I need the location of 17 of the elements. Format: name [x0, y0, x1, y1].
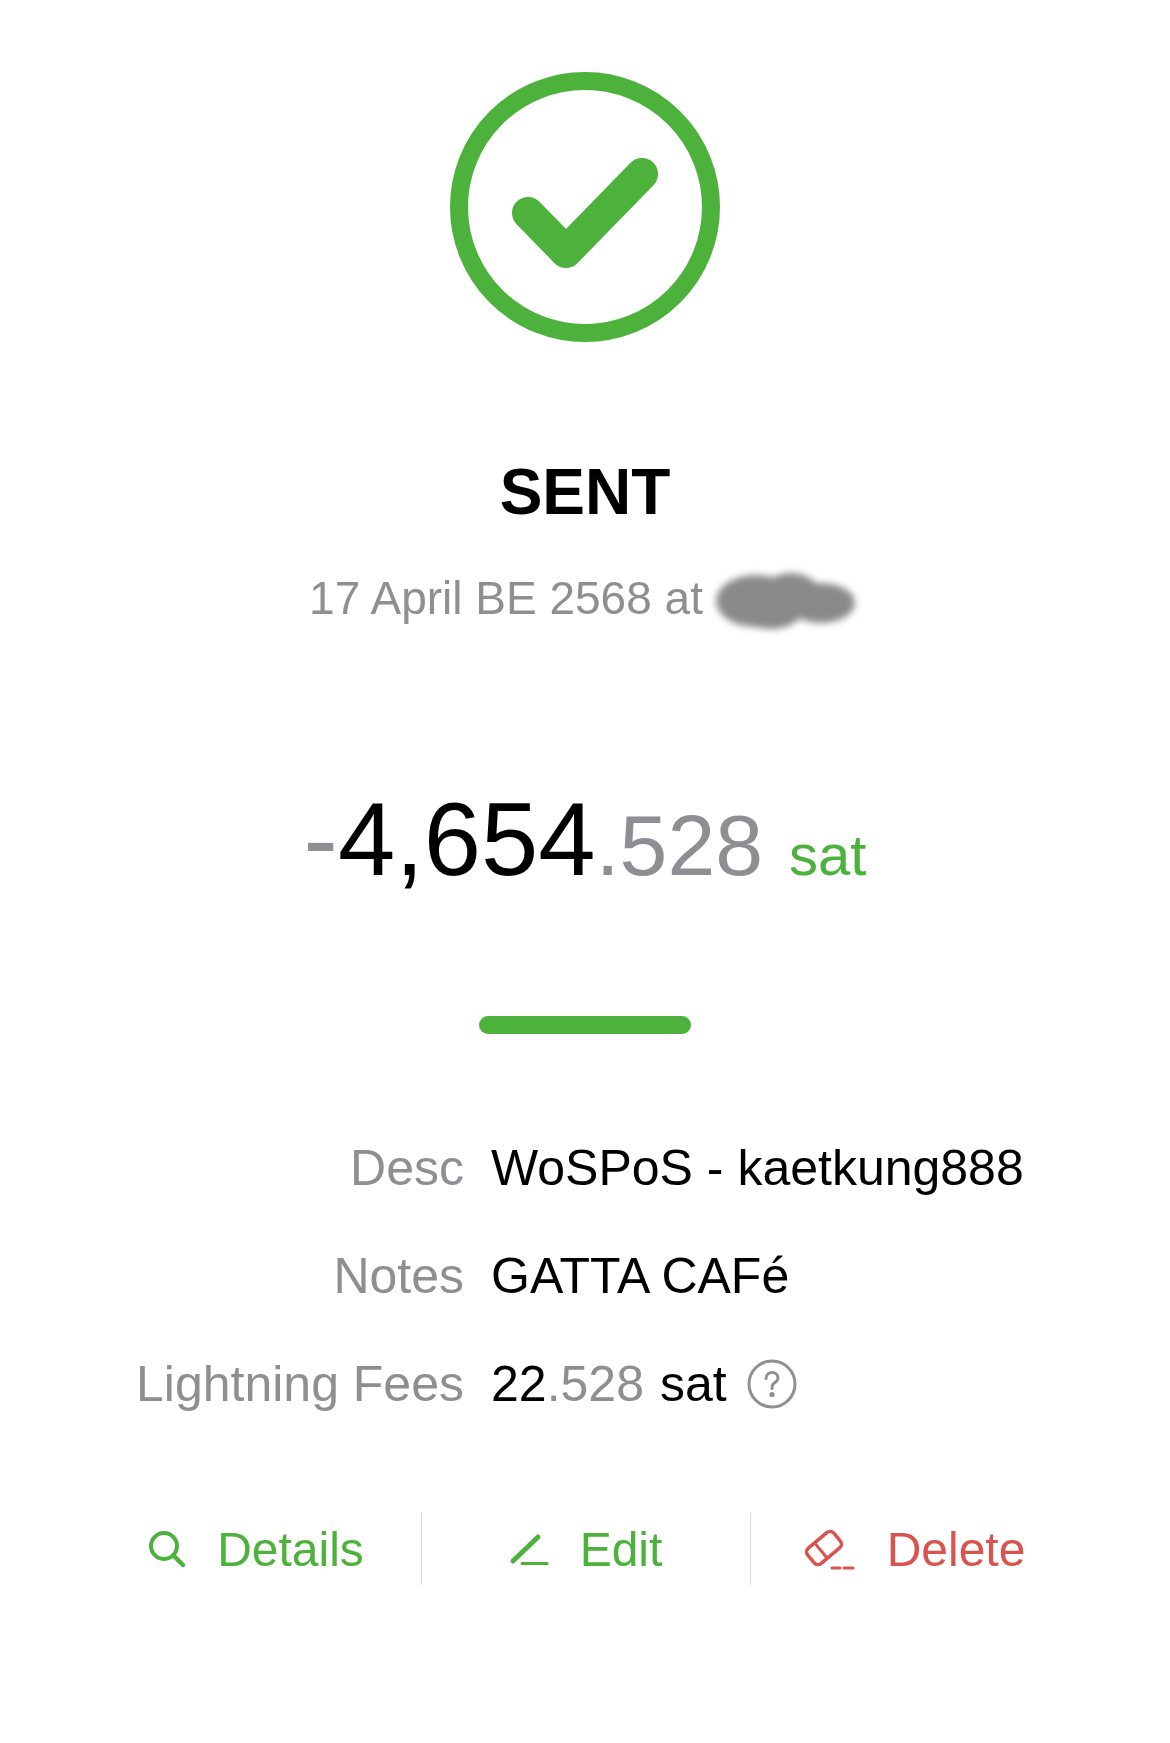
date-text: 17 April BE 2568 at	[309, 571, 703, 627]
pencil-icon	[508, 1532, 549, 1567]
fee-value: 22.528 sat	[491, 1355, 727, 1415]
detail-value: WoSPoS - kaetkung888	[491, 1139, 1024, 1199]
check-circle-icon	[450, 72, 720, 342]
amount-value: -4,654.528 sat	[303, 780, 867, 899]
edit-button[interactable]: Edit	[508, 1520, 663, 1579]
eraser-icon	[803, 1527, 856, 1572]
detail-label: Desc	[350, 1139, 464, 1199]
detail-value: GATTA CAFé	[491, 1247, 790, 1307]
detail-label: Notes	[333, 1247, 464, 1307]
search-icon	[148, 1530, 187, 1569]
help-icon[interactable]	[746, 1359, 797, 1410]
detail-label: Lightning Fees	[136, 1355, 464, 1415]
status-title: SENT	[499, 455, 671, 530]
details-button[interactable]: Details	[148, 1520, 364, 1579]
delete-button[interactable]: Delete	[803, 1520, 1026, 1579]
